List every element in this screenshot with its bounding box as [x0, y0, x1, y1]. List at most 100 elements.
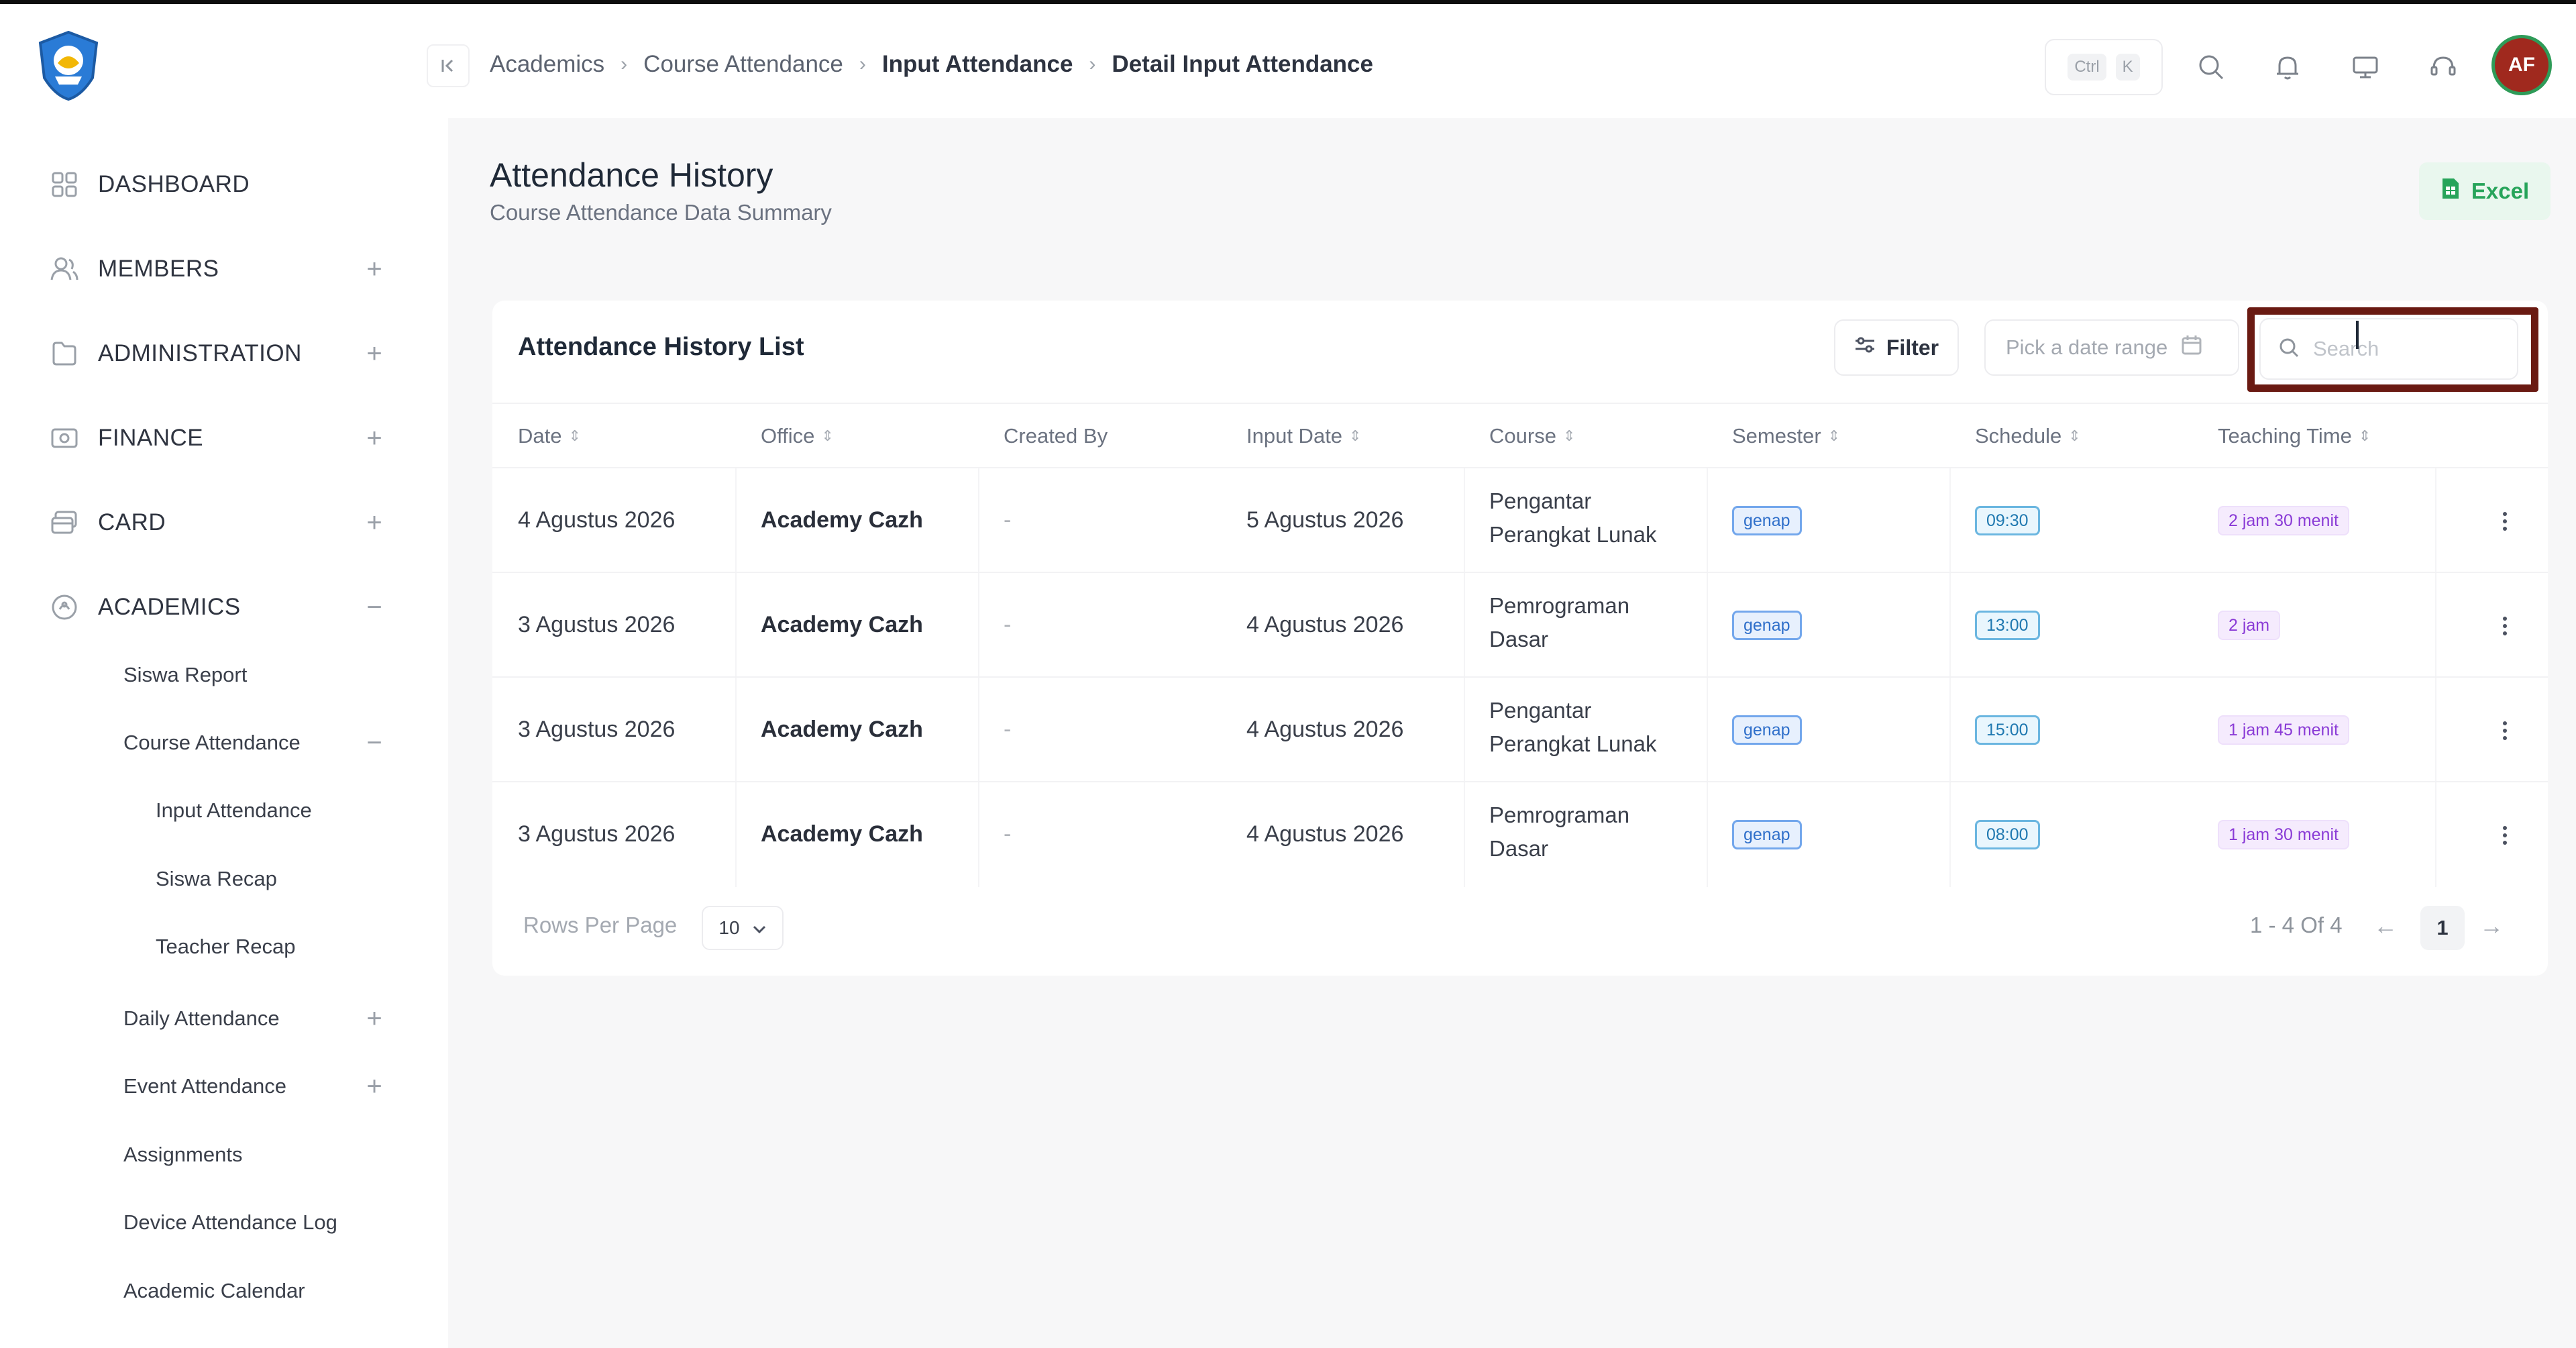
- column-label: Teaching Time: [2218, 424, 2352, 448]
- column-divider: [735, 678, 737, 782]
- table-row[interactable]: 3 Agustus 2026 Academy Cazh - 4 Agustus …: [492, 676, 2548, 782]
- column-divider: [2435, 678, 2436, 782]
- page-button-1[interactable]: 1: [2420, 906, 2465, 950]
- search-input[interactable]: [2312, 336, 2493, 362]
- column-office[interactable]: Office ⇕: [761, 424, 834, 448]
- command-palette-shortcut[interactable]: Ctrl K: [2045, 39, 2163, 95]
- support-icon[interactable]: [2424, 48, 2462, 86]
- expand-icon[interactable]: +: [362, 1073, 386, 1100]
- sidebar-collapse-button[interactable]: [427, 44, 470, 87]
- avatar[interactable]: AF: [2491, 35, 2552, 95]
- sidebar-item-members[interactable]: MEMBERS +: [0, 236, 448, 303]
- column-created-by: Created By: [1004, 424, 1108, 448]
- date-range-placeholder: Pick a date range: [2006, 335, 2168, 359]
- monitor-icon[interactable]: [2347, 48, 2384, 86]
- breadcrumb-course-attendance[interactable]: Course Attendance: [643, 51, 843, 78]
- bell-icon[interactable]: [2269, 48, 2306, 86]
- filter-button[interactable]: Filter: [1834, 319, 1959, 376]
- spreadsheet-icon: [2440, 176, 2461, 206]
- more-actions-icon[interactable]: [2491, 714, 2518, 747]
- cell-course-line1: Pemrograman: [1489, 802, 1630, 827]
- cell-office: Academy Cazh: [761, 821, 923, 847]
- cell-course-line2: Perangkat Lunak: [1489, 522, 1657, 547]
- expand-icon[interactable]: +: [362, 340, 386, 367]
- more-actions-icon[interactable]: [2491, 819, 2518, 852]
- breadcrumb-academics[interactable]: Academics: [490, 51, 604, 78]
- table-row[interactable]: 4 Agustus 2026 Academy Cazh - 5 Agustus …: [492, 467, 2548, 573]
- column-divider: [1464, 573, 1465, 678]
- column-divider: [1464, 468, 1465, 573]
- grid-icon: [48, 168, 80, 201]
- column-divider: [1707, 678, 1708, 782]
- sidebar-item-label: Course Attendance: [123, 731, 301, 754]
- column-divider: [1949, 782, 1951, 887]
- sort-icon: ⇕: [568, 427, 581, 444]
- column-divider: [2435, 782, 2436, 887]
- sidebar-item-event-attendance[interactable]: Event Attendance +: [123, 1059, 499, 1113]
- more-actions-icon[interactable]: [2491, 505, 2518, 538]
- breadcrumb-current: Detail Input Attendance: [1112, 51, 1373, 77]
- rows-per-page-select[interactable]: 10: [702, 906, 784, 950]
- sidebar-item-course-attendance[interactable]: Course Attendance −: [123, 716, 499, 770]
- teaching-time-badge: 1 jam 45 menit: [2218, 715, 2349, 745]
- collapse-icon[interactable]: −: [362, 594, 386, 621]
- sidebar-item-card[interactable]: CARD +: [0, 489, 448, 556]
- sidebar-item-academics[interactable]: ACADEMICS −: [0, 574, 448, 641]
- sidebar-item-label: Event Attendance: [123, 1074, 287, 1098]
- users-icon: [48, 253, 80, 285]
- table-row[interactable]: 3 Agustus 2026 Academy Cazh - 4 Agustus …: [492, 781, 2548, 887]
- column-label: Created By: [1004, 424, 1108, 448]
- folder-icon: [48, 338, 80, 370]
- search-icon[interactable]: [2192, 48, 2230, 86]
- column-input-date[interactable]: Input Date ⇕: [1246, 424, 1361, 448]
- sidebar-item-device-attendance-log[interactable]: Device Attendance Log: [123, 1196, 499, 1249]
- cell-course-line1: Pengantar: [1489, 488, 1592, 513]
- column-course[interactable]: Course ⇕: [1489, 424, 1575, 448]
- rows-per-page-value: 10: [718, 917, 740, 938]
- more-actions-icon[interactable]: [2491, 609, 2518, 643]
- sidebar-item-finance[interactable]: FINANCE +: [0, 405, 448, 472]
- excel-export-button[interactable]: Excel: [2419, 162, 2551, 220]
- sidebar-item-label: CARD: [98, 509, 166, 535]
- column-date[interactable]: Date ⇕: [518, 424, 581, 448]
- sidebar-item-assignments[interactable]: Assignments: [123, 1128, 499, 1182]
- sidebar-item-daily-attendance[interactable]: Daily Attendance +: [123, 992, 499, 1045]
- expand-icon[interactable]: +: [362, 256, 386, 282]
- breadcrumb-input-attendance[interactable]: Input Attendance: [882, 51, 1073, 78]
- date-range-picker[interactable]: Pick a date range: [1984, 319, 2239, 376]
- cell-input-date: 4 Agustus 2026: [1246, 717, 1404, 742]
- expand-icon[interactable]: +: [362, 509, 386, 536]
- table-footer: Rows Per Page 10 1 - 4 Of 4 ← 1 →: [492, 898, 2548, 958]
- column-divider: [1949, 678, 1951, 782]
- page-title: Attendance History: [490, 156, 773, 194]
- sidebar-item-label: Device Attendance Log: [123, 1210, 337, 1234]
- collapse-icon[interactable]: −: [362, 729, 386, 756]
- column-teaching-time[interactable]: Teaching Time ⇕: [2218, 424, 2371, 448]
- pagination-range: 1 - 4 Of 4: [2250, 913, 2343, 937]
- sidebar-item-administration[interactable]: ADMINISTRATION +: [0, 320, 448, 387]
- column-semester[interactable]: Semester ⇕: [1732, 424, 1840, 448]
- column-label: Semester: [1732, 424, 1821, 448]
- sidebar-item-teacher-recap[interactable]: Teacher Recap: [156, 920, 531, 974]
- search-field[interactable]: [2259, 318, 2518, 380]
- column-schedule[interactable]: Schedule ⇕: [1975, 424, 2081, 448]
- expand-icon[interactable]: +: [362, 1005, 386, 1032]
- table-row[interactable]: 3 Agustus 2026 Academy Cazh - 4 Agustus …: [492, 572, 2548, 678]
- sidebar-item-label: Academic Calendar: [123, 1279, 305, 1302]
- arrow-left-icon[interactable]: ←: [2368, 909, 2403, 943]
- expand-icon[interactable]: +: [362, 425, 386, 452]
- sidebar-item-input-attendance[interactable]: Input Attendance: [156, 784, 531, 837]
- semester-badge: genap: [1732, 820, 1802, 849]
- column-divider: [978, 782, 979, 887]
- sidebar-item-academic-calendar[interactable]: Academic Calendar: [123, 1264, 499, 1318]
- column-divider: [978, 678, 979, 782]
- arrow-right-icon[interactable]: →: [2474, 909, 2509, 943]
- sidebar-item-dashboard[interactable]: DASHBOARD: [0, 151, 448, 218]
- column-divider: [978, 468, 979, 573]
- cell-course-line2: Dasar: [1489, 836, 1549, 861]
- sidebar-item-siswa-recap[interactable]: Siswa Recap: [156, 852, 531, 906]
- column-divider: [1707, 468, 1708, 573]
- column-divider: [1464, 678, 1465, 782]
- sidebar-item-siswa-report[interactable]: Siswa Report: [123, 648, 499, 702]
- column-label: Input Date: [1246, 424, 1343, 448]
